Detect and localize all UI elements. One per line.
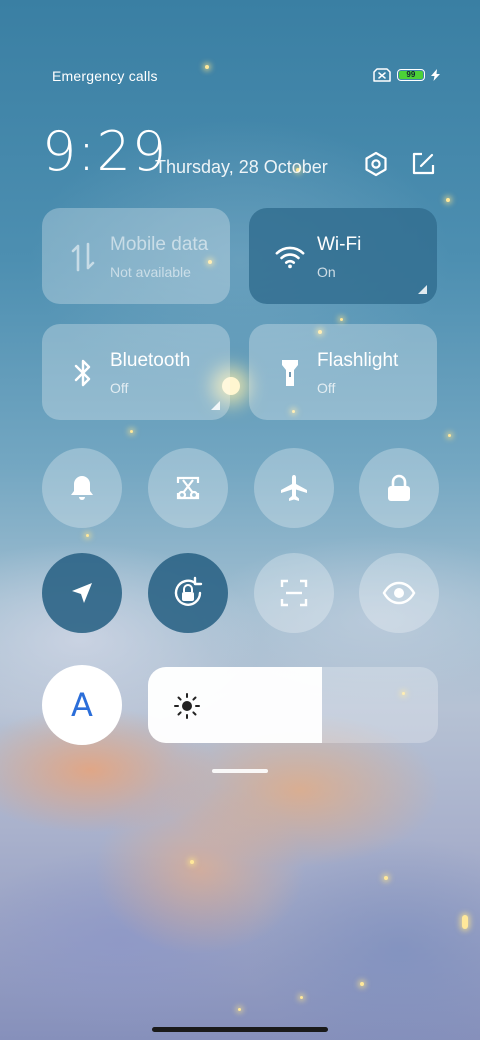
drag-handle[interactable] — [212, 769, 268, 773]
bluetooth-tile[interactable]: Bluetooth Off — [42, 324, 230, 420]
mobile-data-title: Mobile data — [110, 234, 209, 255]
eye-icon — [382, 581, 416, 605]
emergency-calls-label: Emergency calls — [52, 68, 158, 84]
expand-corner-icon — [418, 285, 427, 294]
lock-icon — [388, 474, 410, 501]
wifi-icon — [275, 242, 305, 272]
auto-brightness-button[interactable]: A — [42, 665, 122, 745]
bell-icon — [71, 476, 93, 500]
no-sim-icon — [373, 68, 391, 82]
flashlight-icon — [275, 358, 305, 388]
sun-icon — [174, 693, 200, 719]
flashlight-title: Flashlight — [317, 350, 399, 371]
bluetooth-title: Bluetooth — [110, 350, 191, 371]
wifi-title: Wi-Fi — [317, 234, 362, 255]
battery-icon: 99 — [397, 69, 425, 81]
home-gesture-bar[interactable] — [152, 1027, 328, 1032]
reading-mode-toggle[interactable] — [359, 553, 439, 633]
battery-level: 99 — [399, 71, 423, 79]
status-icons: 99 — [373, 68, 440, 82]
screenshot-toggle[interactable] — [148, 448, 228, 528]
wifi-status: On — [317, 264, 336, 280]
mobile-data-tile[interactable]: Mobile data Not available — [42, 208, 230, 304]
settings-icon[interactable] — [362, 150, 390, 178]
location-icon — [72, 583, 92, 603]
silent-mode-toggle[interactable] — [42, 448, 122, 528]
clock-date: Thursday, 28 October — [155, 157, 328, 177]
clock-time: 9:29 — [42, 120, 168, 183]
rotation-lock-icon — [174, 576, 203, 606]
airplane-mode-toggle[interactable] — [254, 448, 334, 528]
scanner-icon — [280, 579, 308, 607]
airplane-icon — [281, 475, 307, 501]
lock-screen-toggle[interactable] — [359, 448, 439, 528]
bluetooth-icon — [68, 358, 98, 388]
brightness-slider[interactable] — [148, 667, 438, 743]
mobile-data-status: Not available — [110, 264, 191, 280]
scanner-toggle[interactable] — [254, 553, 334, 633]
mobile-data-icon — [68, 242, 98, 272]
flashlight-tile[interactable]: Flashlight Off — [249, 324, 437, 420]
wifi-tile[interactable]: Wi-Fi On — [249, 208, 437, 304]
location-toggle[interactable] — [42, 553, 122, 633]
flashlight-status: Off — [317, 380, 336, 396]
edit-icon[interactable] — [409, 150, 437, 178]
rotation-lock-toggle[interactable] — [148, 553, 228, 633]
bluetooth-status: Off — [110, 380, 129, 396]
screenshot-scissors-icon — [176, 476, 200, 500]
expand-corner-icon — [211, 401, 220, 410]
charging-bolt-icon — [431, 69, 440, 81]
